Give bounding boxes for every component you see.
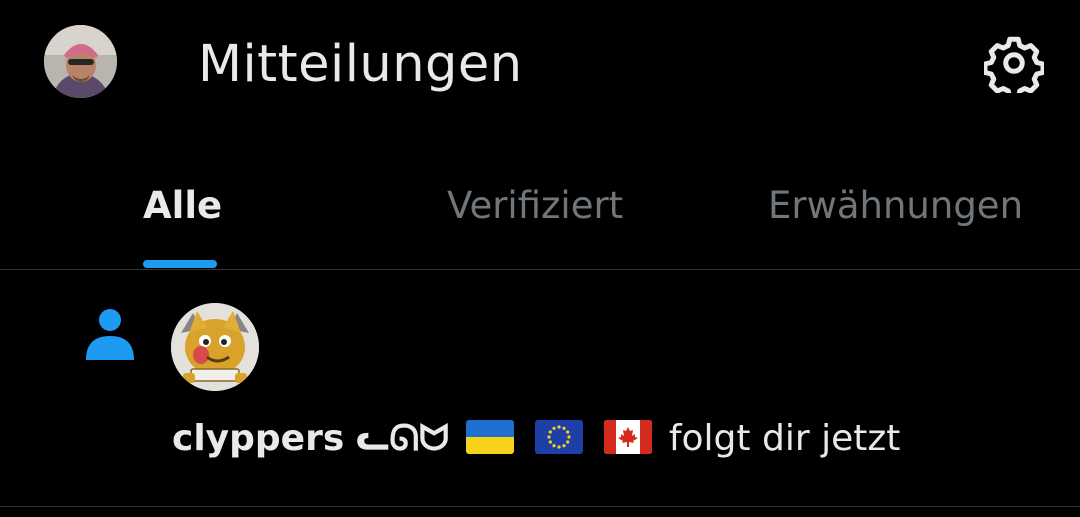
- follower-name[interactable]: clyppers: [172, 418, 344, 459]
- notification-item[interactable]: clyppers ᓚᘏᗢ folgt dir jetzt: [0, 270, 1080, 506]
- notification-action: folgt dir jetzt: [668, 418, 901, 459]
- active-tab-indicator: [143, 260, 217, 268]
- tab-mentions[interactable]: Erwähnungen: [740, 150, 1060, 269]
- follower-name-symbols: ᓚᘏᗢ: [355, 418, 450, 459]
- eu-flag-icon: [534, 420, 583, 454]
- page-title: Mitteilungen: [198, 35, 523, 94]
- follower-avatar[interactable]: [171, 303, 259, 391]
- user-avatar-icon: [44, 25, 117, 98]
- follower-avatar-icon: [171, 303, 259, 391]
- canada-flag-icon: [604, 420, 653, 454]
- notification-divider: [0, 506, 1080, 507]
- notification-text: clyppers ᓚᘏᗢ folgt dir jetzt: [172, 415, 900, 463]
- tab-verified[interactable]: Verifiziert: [420, 150, 660, 269]
- settings-button[interactable]: [982, 33, 1046, 100]
- ukraine-flag-icon: [465, 420, 514, 454]
- gear-icon: [982, 36, 1046, 100]
- tab-mentions-label: Erwähnungen: [768, 184, 1024, 227]
- person-follow-icon: [84, 306, 136, 362]
- tab-verified-label: Verifiziert: [447, 184, 624, 227]
- tab-all[interactable]: Alle: [100, 150, 260, 269]
- tab-all-label: Alle: [143, 184, 223, 227]
- notification-tabs: Alle Verifiziert Erwähnungen: [0, 150, 1080, 270]
- profile-avatar[interactable]: [44, 25, 117, 98]
